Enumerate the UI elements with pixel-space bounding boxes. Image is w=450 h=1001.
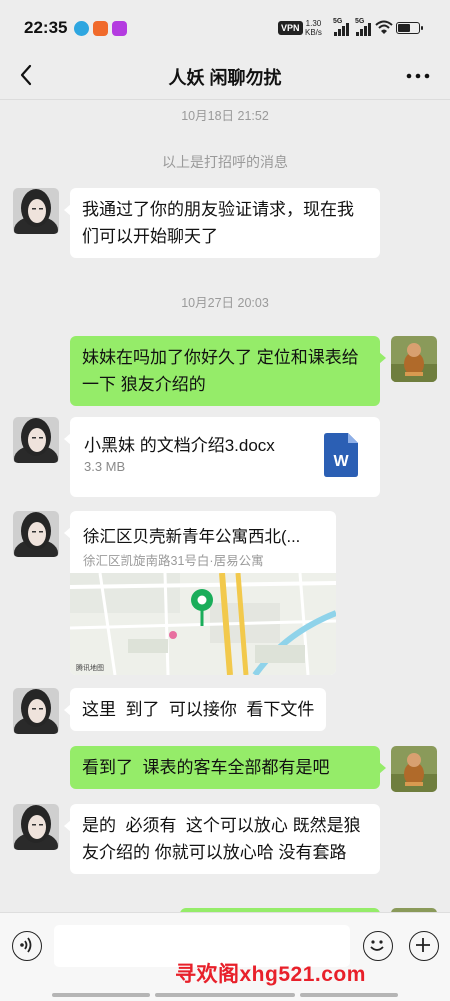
plus-icon [416,938,430,952]
telegram-icon [74,21,89,36]
message-sent[interactable]: 看到了 课表的客车全部都有是吧 [70,746,386,789]
signal-2-label: 5G [355,18,365,25]
network-speed: 1.30 KB/s [305,19,322,37]
location-message[interactable]: 徐汇区贝壳新青年公寓西北(... 徐汇区凯旋南路31号白·居易公寓 腾讯地图 [64,511,336,675]
message-text: 看到了 课表的客车全部都有是吧 [82,758,330,777]
word-doc-icon: W [324,433,358,477]
system-note: 以上是打招呼的消息 [162,154,288,170]
more-button[interactable] [404,66,432,86]
location-title: 徐汇区贝壳新青年公寓西北(... [83,528,301,546]
timestamp: 10月27日 20:03 [181,296,269,310]
gesture-bar [0,993,450,997]
word-letter: W [333,453,349,470]
net-speed-unit: KB/s [305,28,322,37]
timestamp: 10月18日 21:52 [181,109,269,123]
app-notification-icon-2 [112,21,127,36]
message-received[interactable]: 这里 到了 可以接你 看下文件 [63,688,327,731]
battery-icon [396,22,423,34]
signal-1-icon: 5G [333,18,351,42]
wifi-icon [375,20,393,34]
contact-avatar[interactable] [13,688,59,734]
message-received[interactable]: 我通过了你的朋友验证请求，现在我们可以开始聊天了 [64,188,380,258]
app-notification-icon [93,21,108,36]
message-text: 妹妹在吗加了你好久了 定位和课表给一下 狼友介绍的 [82,348,359,394]
watermark: 寻欢阁xhg521.com [175,963,366,986]
net-speed-value: 1.30 [305,19,322,28]
my-avatar[interactable] [391,336,437,382]
contact-avatar[interactable] [13,188,59,234]
signal-1-label: 5G [333,18,343,25]
chat-title: 人妖 闲聊勿扰 [168,68,282,88]
message-received[interactable]: 是的 必须有 这个可以放心 既然是狼友介绍的 你就可以放心哈 没有套路 [64,804,380,874]
voice-icon [20,937,32,953]
map-credit: 腾讯地图 [76,663,104,672]
vpn-badge: VPN [278,21,303,35]
chat-message-list[interactable]: 10月18日 21:52 以上是打招呼的消息 我通过了你的朋友验证请求，现在我们… [0,100,450,912]
message-text: 这里 到了 可以接你 看下文件 [82,700,315,719]
more-functions-button[interactable] [409,931,439,961]
file-message[interactable]: 小黑妹 的文档介绍3.docx 3.3 MB W [64,417,380,497]
file-size: 3.3 MB [84,459,126,474]
status-bar: 22:35 VPN 1.30 KB/s 5G 5G [0,0,450,58]
message-sent[interactable]: 妹妹在吗加了你好久了 定位和课表给一下 狼友介绍的 [70,336,386,406]
emoji-button[interactable] [363,931,393,961]
contact-avatar[interactable] [13,417,59,463]
message-text: 是的 必须有 这个可以放心 既然是狼友介绍的 你就可以放心哈 没有套路 [82,816,361,862]
emoji-icon [370,940,384,951]
chat-header: 人妖 闲聊勿扰 [0,52,450,98]
voice-button[interactable] [12,931,42,961]
contact-avatar[interactable] [13,511,59,557]
message-text: 我通过了你的朋友验证请求，现在我们可以开始聊天了 [82,200,354,246]
file-name: 小黑妹 的文档介绍3.docx [84,436,275,455]
signal-2-icon: 5G [355,18,373,42]
location-address: 徐汇区凯旋南路31号白·居易公寓 [83,554,264,568]
more-dots-icon [406,73,430,79]
contact-avatar[interactable] [13,804,59,850]
location-map[interactable]: 腾讯地图 [70,573,336,675]
my-avatar[interactable] [391,746,437,792]
status-time: 22:35 [24,18,68,37]
